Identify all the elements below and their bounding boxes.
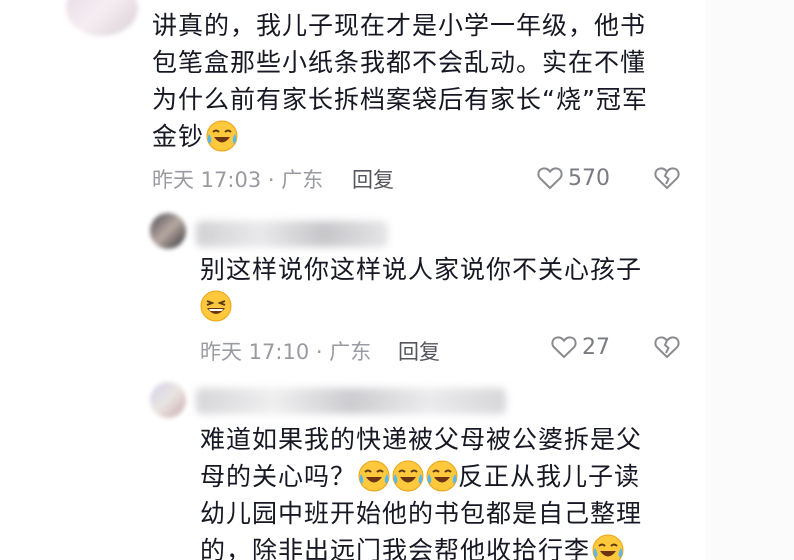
- laughing-crying-emoji: [358, 460, 390, 492]
- comment-time-location: 昨天 17:10 · 广东: [200, 340, 372, 364]
- reply-button[interactable]: 回复: [398, 336, 440, 366]
- laughing-crying-emoji: [592, 534, 624, 560]
- like-count: 570: [568, 166, 610, 191]
- comment-line: 母的关心吗？: [200, 462, 357, 491]
- avatar[interactable]: [66, 0, 138, 36]
- avatar[interactable]: [150, 213, 186, 249]
- comment-line: 幼儿园中班开始他的书包都是自己整理: [200, 499, 643, 528]
- comment-thread: 讲真的，我儿子现在才是小学一年级，他书 包笔盒那些小纸条我都不会乱动。实在不懂 …: [0, 0, 794, 560]
- comment-line: 别这样说你这样说人家说你不关心孩子: [200, 255, 643, 284]
- comment-text: 讲真的，我儿子现在才是小学一年级，他书 包笔盒那些小纸条我都不会乱动。实在不懂 …: [152, 7, 648, 155]
- grinning-laugh-emoji: [200, 290, 232, 322]
- username-blurred[interactable]: [196, 388, 506, 414]
- comment-line: 的，除非出远门我会帮他收拾行李: [200, 536, 591, 560]
- reply-button[interactable]: 回复: [352, 164, 394, 194]
- heart-outline-icon[interactable]: [551, 335, 577, 359]
- comment-line: 讲真的，我儿子现在才是小学一年级，他书: [152, 11, 647, 40]
- broken-heart-icon[interactable]: [654, 335, 680, 359]
- comment-text: 难道如果我的快递被父母被公婆拆是父 母的关心吗？ 反正从我儿子读 幼儿园中班开始…: [200, 421, 642, 560]
- comment-line: 包笔盒那些小纸条我都不会乱动。实在不懂: [152, 48, 647, 77]
- comment-line: 反正从我儿子读: [458, 462, 641, 491]
- laughing-crying-emoji: [426, 460, 458, 492]
- like-count: 27: [582, 335, 610, 360]
- comment-line: 金钞: [152, 122, 205, 151]
- username-blurred[interactable]: [196, 221, 388, 247]
- comment-line: 为什么前有家长拆档案袋后有家长“烧”冠军: [152, 85, 648, 114]
- heart-outline-icon[interactable]: [537, 166, 563, 190]
- laughing-crying-emoji: [392, 460, 424, 492]
- comment-line: 难道如果我的快递被父母被公婆拆是父: [200, 425, 643, 454]
- avatar[interactable]: [150, 382, 186, 418]
- comment-time-location: 昨天 17:03 · 广东: [152, 168, 324, 192]
- comment-text: 别这样说你这样说人家说你不关心孩子: [200, 251, 642, 325]
- laughing-crying-emoji: [206, 120, 238, 152]
- scroll-gutter: [706, 0, 794, 560]
- broken-heart-icon[interactable]: [654, 166, 680, 190]
